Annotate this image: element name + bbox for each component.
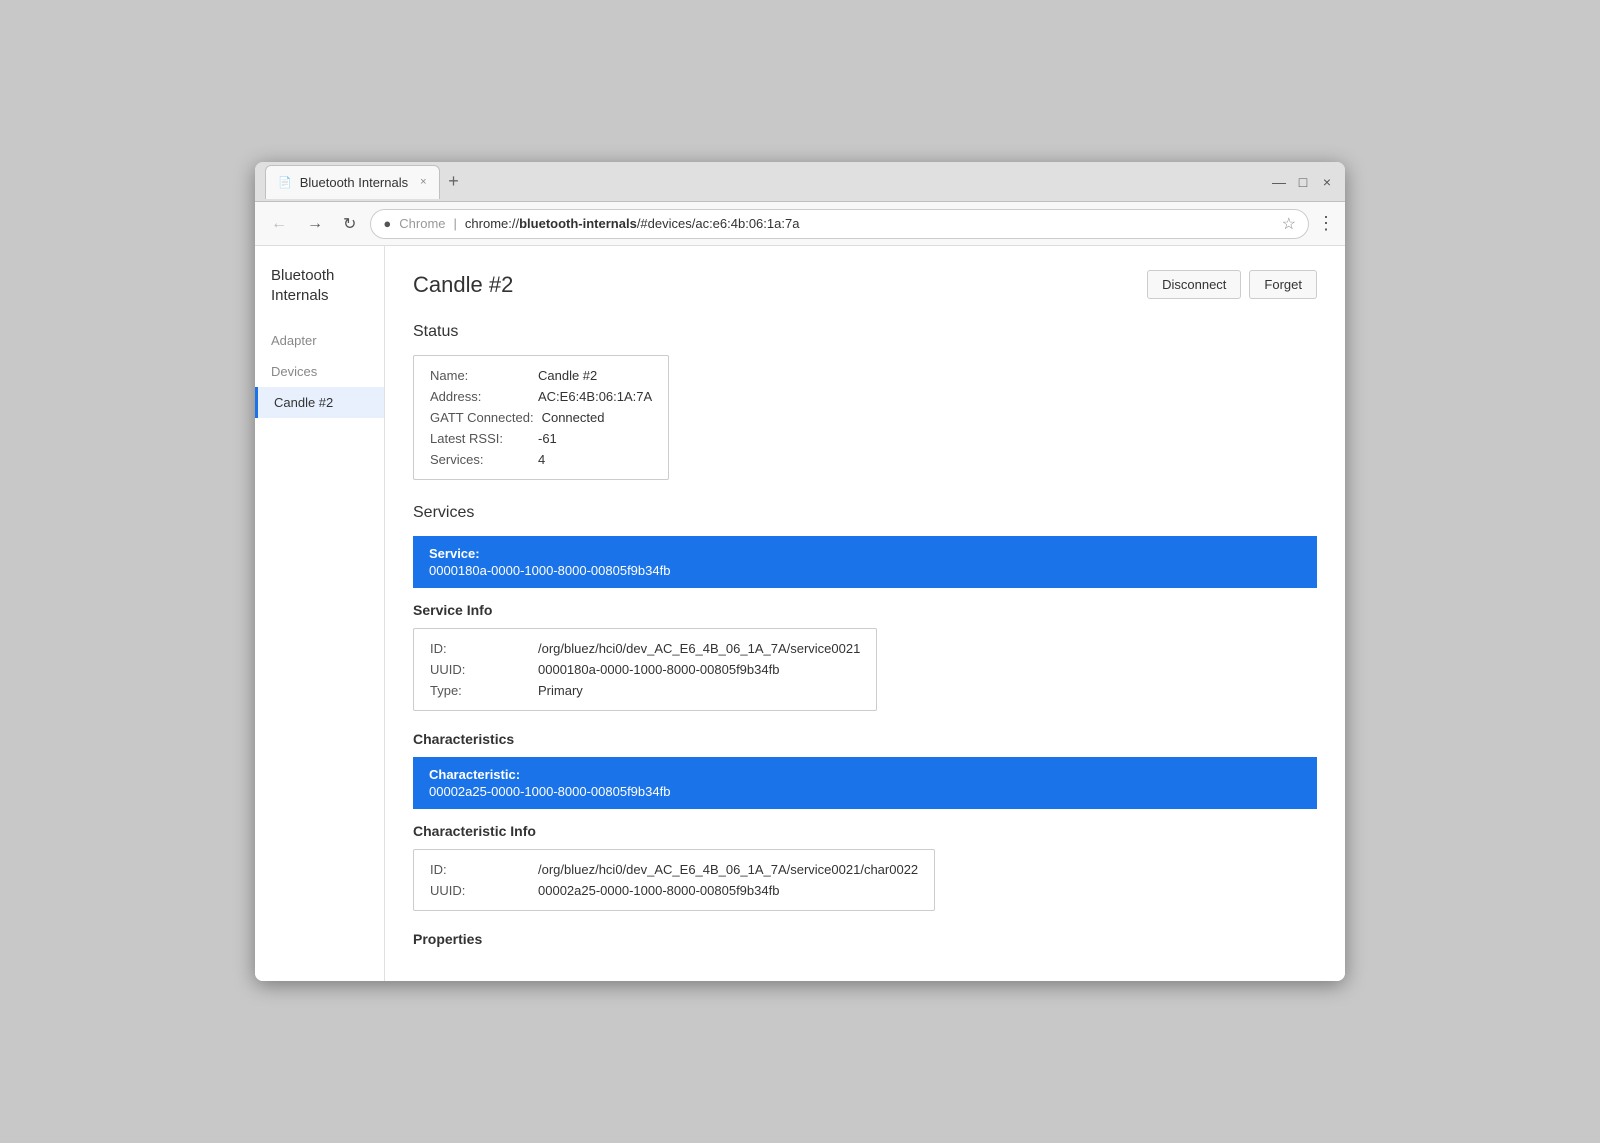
properties-title: Properties bbox=[413, 931, 1317, 947]
reload-button[interactable]: ↻ bbox=[337, 210, 362, 238]
maximize-button[interactable]: □ bbox=[1295, 174, 1311, 190]
tab-title: Bluetooth Internals bbox=[300, 175, 408, 190]
tab-page-icon: 📄 bbox=[278, 176, 292, 189]
service-uuid-row: UUID: 0000180a-0000-1000-8000-00805f9b34… bbox=[430, 662, 860, 677]
service-bar-uuid: 0000180a-0000-1000-8000-00805f9b34fb bbox=[429, 563, 1301, 578]
char-id-value: /org/bluez/hci0/dev_AC_E6_4B_06_1A_7A/se… bbox=[538, 862, 918, 877]
sidebar-item-adapter[interactable]: Adapter bbox=[255, 325, 384, 356]
char-bar-uuid: 00002a25-0000-1000-8000-00805f9b34fb bbox=[429, 784, 1301, 799]
sidebar-item-devices[interactable]: Devices bbox=[255, 356, 384, 387]
minimize-button[interactable]: — bbox=[1271, 174, 1287, 190]
address-separator: | bbox=[454, 216, 457, 231]
service-type-label: Type: bbox=[430, 683, 530, 698]
char-id-row: ID: /org/bluez/hci0/dev_AC_E6_4B_06_1A_7… bbox=[430, 862, 918, 877]
address-suffix: /#devices/ac:e6:4b:06:1a:7a bbox=[637, 216, 800, 231]
tab-close-button[interactable]: × bbox=[420, 176, 426, 188]
forward-button[interactable]: → bbox=[301, 211, 329, 237]
status-services-value: 4 bbox=[538, 452, 545, 467]
service-id-label: ID: bbox=[430, 641, 530, 656]
char-info-box: ID: /org/bluez/hci0/dev_AC_E6_4B_06_1A_7… bbox=[413, 849, 935, 911]
status-rssi-label: Latest RSSI: bbox=[430, 431, 530, 446]
char-info-title: Characteristic Info bbox=[413, 823, 1317, 839]
service-id-row: ID: /org/bluez/hci0/dev_AC_E6_4B_06_1A_7… bbox=[430, 641, 860, 656]
forget-button[interactable]: Forget bbox=[1249, 270, 1317, 299]
service-id-value: /org/bluez/hci0/dev_AC_E6_4B_06_1A_7A/se… bbox=[538, 641, 860, 656]
status-rssi-value: -61 bbox=[538, 431, 557, 446]
status-name-value: Candle #2 bbox=[538, 368, 597, 383]
back-button[interactable]: ← bbox=[265, 211, 293, 237]
browser-tab[interactable]: 📄 Bluetooth Internals × bbox=[265, 165, 440, 199]
services-section-title: Services bbox=[413, 504, 1317, 522]
address-text: chrome://bluetooth-internals/#devices/ac… bbox=[465, 216, 800, 231]
status-address-label: Address: bbox=[430, 389, 530, 404]
char-uuid-value: 00002a25-0000-1000-8000-00805f9b34fb bbox=[538, 883, 779, 898]
window-controls: — □ × bbox=[1271, 174, 1335, 190]
nav-bar: ← → ↻ ● Chrome | chrome://bluetooth-inte… bbox=[255, 202, 1345, 246]
title-bar: 📄 Bluetooth Internals × + — □ × bbox=[255, 162, 1345, 202]
status-section-title: Status bbox=[413, 323, 1317, 341]
status-rssi-row: Latest RSSI: -61 bbox=[430, 431, 652, 446]
secure-icon: ● bbox=[383, 216, 391, 231]
status-address-row: Address: AC:E6:4B:06:1A:7A bbox=[430, 389, 652, 404]
header-buttons: Disconnect Forget bbox=[1147, 270, 1317, 299]
address-bold: bluetooth-internals bbox=[519, 216, 637, 231]
main-panel: Candle #2 Disconnect Forget Status Name:… bbox=[385, 246, 1345, 981]
sidebar-item-candle2[interactable]: Candle #2 bbox=[255, 387, 384, 418]
status-gatt-row: GATT Connected: Connected bbox=[430, 410, 652, 425]
char-uuid-row: UUID: 00002a25-0000-1000-8000-00805f9b34… bbox=[430, 883, 918, 898]
address-bar[interactable]: ● Chrome | chrome://bluetooth-internals/… bbox=[370, 209, 1309, 239]
service-bar-label: Service: bbox=[429, 546, 1301, 561]
browser-label: Chrome bbox=[399, 216, 445, 231]
char-uuid-label: UUID: bbox=[430, 883, 530, 898]
status-services-label: Services: bbox=[430, 452, 530, 467]
status-address-value: AC:E6:4B:06:1A:7A bbox=[538, 389, 652, 404]
service-uuid-value: 0000180a-0000-1000-8000-00805f9b34fb bbox=[538, 662, 779, 677]
status-services-row: Services: 4 bbox=[430, 452, 652, 467]
service-bar[interactable]: Service: 0000180a-0000-1000-8000-00805f9… bbox=[413, 536, 1317, 588]
bookmark-star-icon[interactable]: ☆ bbox=[1282, 214, 1296, 234]
status-name-label: Name: bbox=[430, 368, 530, 383]
char-bar-label: Characteristic: bbox=[429, 767, 1301, 782]
disconnect-button[interactable]: Disconnect bbox=[1147, 270, 1241, 299]
sidebar-title: Bluetooth Internals bbox=[255, 266, 384, 325]
service-type-value: Primary bbox=[538, 683, 583, 698]
characteristic-bar[interactable]: Characteristic: 00002a25-0000-1000-8000-… bbox=[413, 757, 1317, 809]
device-header: Candle #2 Disconnect Forget bbox=[413, 270, 1317, 299]
status-info-box: Name: Candle #2 Address: AC:E6:4B:06:1A:… bbox=[413, 355, 669, 480]
service-type-row: Type: Primary bbox=[430, 683, 860, 698]
close-button[interactable]: × bbox=[1319, 174, 1335, 190]
service-uuid-label: UUID: bbox=[430, 662, 530, 677]
browser-window: 📄 Bluetooth Internals × + — □ × ← → ↻ ● … bbox=[255, 162, 1345, 981]
service-info-box: ID: /org/bluez/hci0/dev_AC_E6_4B_06_1A_7… bbox=[413, 628, 877, 711]
browser-menu-button[interactable]: ⋮ bbox=[1317, 213, 1335, 234]
characteristics-title: Characteristics bbox=[413, 731, 1317, 747]
sidebar: Bluetooth Internals Adapter Devices Cand… bbox=[255, 246, 385, 981]
new-tab-button[interactable]: + bbox=[440, 168, 468, 196]
char-id-label: ID: bbox=[430, 862, 530, 877]
browser-content: Bluetooth Internals Adapter Devices Cand… bbox=[255, 246, 1345, 981]
status-gatt-value: Connected bbox=[542, 410, 605, 425]
device-title: Candle #2 bbox=[413, 272, 513, 298]
status-gatt-label: GATT Connected: bbox=[430, 410, 534, 425]
status-name-row: Name: Candle #2 bbox=[430, 368, 652, 383]
service-info-title: Service Info bbox=[413, 602, 1317, 618]
